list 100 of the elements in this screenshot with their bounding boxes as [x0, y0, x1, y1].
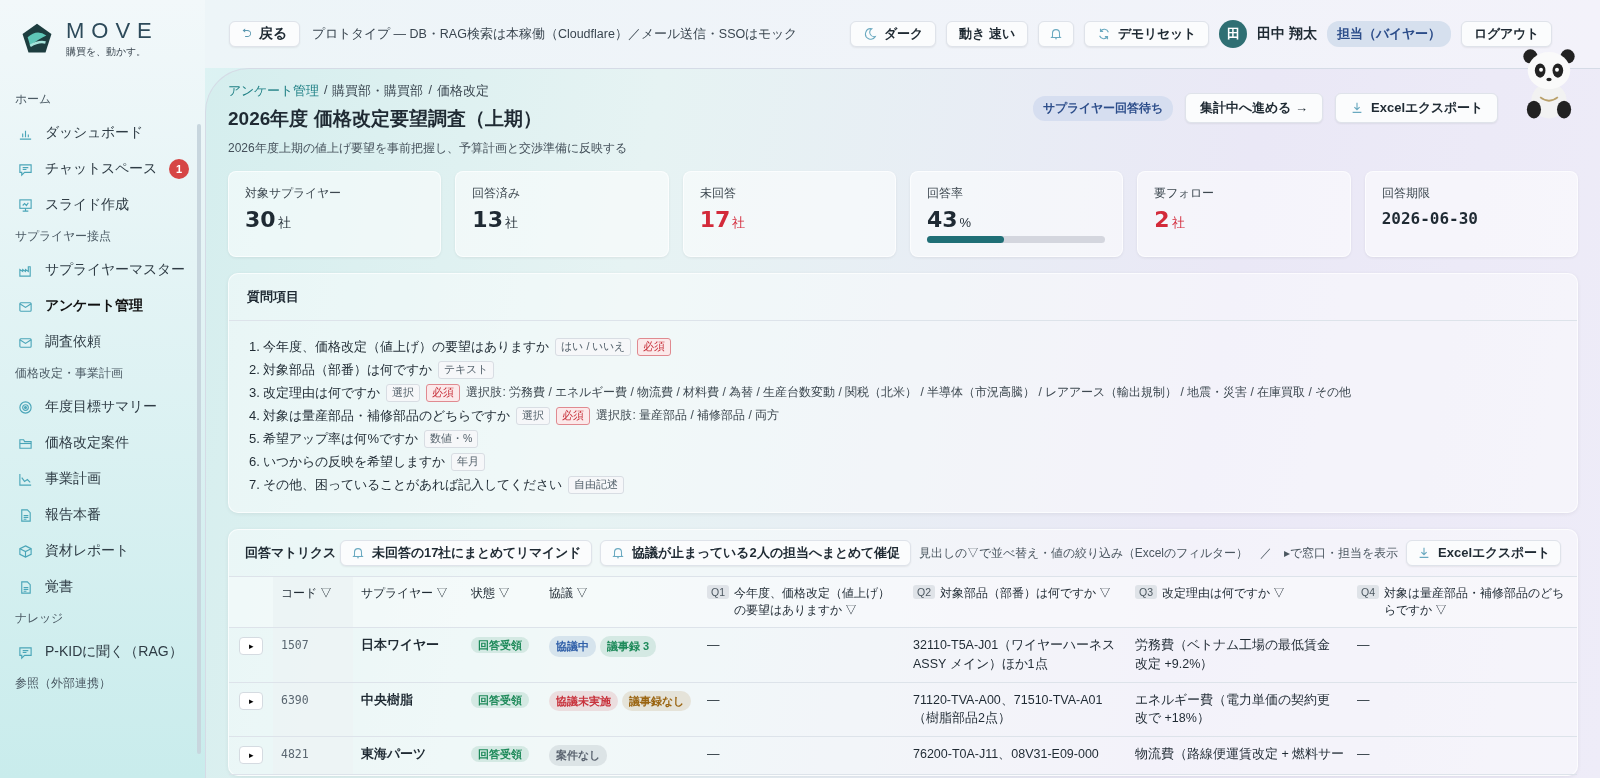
target-icon	[18, 399, 33, 415]
breadcrumb-item[interactable]: アンケート管理	[228, 83, 319, 100]
nav-item[interactable]: 事業計画	[14, 461, 191, 497]
nav-section-title: ナレッジ	[15, 611, 64, 626]
table-cell: 32110-T5A-J01（ワイヤーハーネス ASSY メイン）ほか1点	[913, 638, 1116, 671]
nav-item[interactable]: P-KIDに聞く（RAG）	[14, 634, 191, 670]
nav-item[interactable]: 資材レポート	[14, 533, 191, 569]
stat-unit: 社	[1171, 215, 1185, 230]
column-header[interactable]: 今年度、価格改定（値上げ）の要望はありますか ▽	[734, 585, 897, 619]
table-cell: —	[1357, 638, 1370, 652]
column-header[interactable]: 協議 ▽	[549, 585, 589, 602]
negotiation-badge: 議事録 3	[600, 636, 657, 657]
table-cell: 労務費（ベトナム工場の最低賃金改定 +9.2%）	[1135, 638, 1330, 671]
expand-row-button[interactable]: ▸	[239, 691, 263, 710]
logout-button[interactable]: ログアウト	[1461, 21, 1552, 47]
excel-export-button[interactable]: Excelエクスポート	[1406, 540, 1561, 566]
nav-item[interactable]: チャットスペース 1	[14, 151, 191, 187]
stat-unit: 社	[277, 215, 291, 230]
doc-icon	[18, 507, 33, 523]
notifications-button[interactable]	[1038, 21, 1075, 47]
stat-value: 13	[472, 207, 503, 232]
monitor-icon	[18, 197, 33, 213]
question-tag: 自由記述	[568, 475, 625, 494]
stat-value: 43	[927, 207, 958, 232]
table-cell: 71120-TVA-A00、71510-TVA-A01（樹脂部品2点）	[913, 692, 1103, 726]
expand-row-button[interactable]: ▸	[239, 746, 263, 764]
page-title: 2026年度 価格改定要望調査（上期）	[228, 107, 543, 131]
nav-item[interactable]: 年度目標サマリー	[14, 389, 191, 425]
negotiation-badge: 協議中	[549, 636, 596, 657]
table-cell: —	[707, 638, 720, 652]
stat-label: 対象サプライヤー	[245, 186, 342, 201]
stat-unit: 社	[732, 215, 746, 230]
user-avatar: 田	[1219, 20, 1248, 48]
supplier-name: 中央樹脂	[361, 692, 413, 707]
breadcrumb-separator: /	[324, 83, 328, 99]
advance-button[interactable]: 集計中へ進める →	[1185, 93, 1323, 123]
stat-label: 未回答	[699, 186, 737, 201]
stat-unit: %	[959, 215, 972, 230]
question-tag: テキスト	[438, 360, 495, 379]
back-button[interactable]: ⮌ 戻る	[229, 21, 300, 47]
table-cell: —	[707, 747, 720, 761]
column-header[interactable]: 対象は量産部品・補修部品のどちらですか ▽	[1384, 585, 1569, 619]
question-tag: 選択	[386, 383, 421, 402]
nav-item[interactable]: 価格改定案件	[14, 425, 191, 461]
question-text: 1. 今年度、価格改定（値上げ）の要望はありますか	[249, 337, 550, 356]
nav-section-title: 参照（外部連携）	[15, 676, 112, 691]
logo-icon	[20, 22, 54, 56]
nav-item[interactable]: 調査依頼	[14, 324, 191, 360]
cube-icon	[18, 543, 33, 559]
excel-export-button[interactable]: Excelエクスポート	[1335, 93, 1498, 123]
table-cell: 6390	[281, 692, 309, 707]
table-cell: 4821	[281, 747, 309, 761]
table-cell: エネルギー費（電力単価の契約更改で +18%）	[1135, 692, 1330, 726]
nav-item[interactable]: 覚書	[14, 569, 191, 605]
question-text: 4. 対象は量産部品・補修部品のどちらですか	[249, 406, 511, 425]
question-text: 3. 改定理由は何ですか	[249, 383, 381, 402]
question-tag: 年月	[451, 452, 486, 471]
user-name: 田中 翔太	[1257, 25, 1317, 43]
table-cell: 76200-T0A-J11、08V31-E09-000	[913, 747, 1099, 761]
dark-mode-button[interactable]: ダーク	[850, 21, 937, 47]
unread-count-badge: 1	[169, 159, 189, 179]
remind-button[interactable]: 未回答の17社にまとめてリマインド	[339, 540, 593, 566]
table-cell: —	[1357, 692, 1370, 707]
nav-item[interactable]: アンケート管理	[14, 288, 191, 324]
refresh-icon	[1097, 27, 1112, 41]
card-title: 質問項目	[229, 274, 1577, 321]
breadcrumb-item[interactable]: 価格改定	[436, 83, 489, 100]
question-text: 6. いつからの反映を希望しますか	[249, 452, 446, 471]
question-options: 選択肢: 量産部品 / 補修部品 / 両方	[596, 407, 780, 424]
nav-item[interactable]: スライド作成	[14, 187, 191, 223]
role-badge: 担当（バイヤー）	[1327, 21, 1451, 47]
question-tag: 数値・%	[424, 429, 479, 448]
nudge-button[interactable]: 協議が止まっている2人の担当へまとめて催促	[600, 540, 911, 566]
nav-item[interactable]: 報告本番	[14, 497, 191, 533]
column-header[interactable]: コード ▽	[281, 585, 333, 602]
breadcrumb-item[interactable]: 購買部・購買部	[332, 83, 424, 100]
expand-row-button[interactable]: ▸	[239, 637, 263, 655]
prototype-note: プロトタイプ — DB・RAG検索は本稼働（Cloudflare）／メール送信・SSOはモック	[312, 25, 798, 43]
brand-name: MOVE	[66, 19, 159, 42]
nav-item[interactable]: ダッシュボード	[14, 115, 191, 151]
stat-value: 30	[245, 207, 276, 232]
chat-icon	[18, 161, 33, 177]
column-header[interactable]: 対象部品（部番）は何ですか ▽	[940, 585, 1112, 602]
stat-value: 2026-06-30	[1381, 209, 1479, 228]
stat-label: 要フォロー	[1154, 186, 1216, 201]
table-cell: —	[1357, 747, 1370, 761]
question-number-tag: Q2	[913, 585, 935, 599]
nav-item[interactable]: サプライヤーマスター	[14, 252, 191, 288]
question-text: 7. その他、困っていることがあれば記入してください	[249, 475, 563, 494]
question-text: 5. 希望アップ率は何%ですか	[249, 429, 418, 448]
column-header[interactable]: 改定理由は何ですか ▽	[1162, 585, 1286, 602]
demo-reset-button[interactable]: デモリセット	[1084, 21, 1210, 47]
negotiation-badge: 議事録なし	[622, 690, 691, 711]
table-cell: 物流費（路線便運賃改定 + 燃料サー	[1135, 747, 1345, 761]
question-tag: 必須	[637, 337, 672, 356]
column-header[interactable]: 状態 ▽	[471, 585, 511, 602]
question-options: 選択肢: 労務費 / エネルギー費 / 物流費 / 材料費 / 為替 / 生産台数変動 / 関税（北米） / 半導体（市況高騰） / レアアース（輸出規制） / 地震・災害 / 在庫買取 / その他	[466, 384, 1352, 401]
matrix-hint: 見出しの▽で並べ替え・値の絞り込み（Excelのフィルター） ／ ▸で窓口・担当を表示	[918, 544, 1398, 562]
question-tag: 選択	[516, 406, 551, 425]
motion-speed-button[interactable]: 動き 速い	[946, 21, 1029, 47]
